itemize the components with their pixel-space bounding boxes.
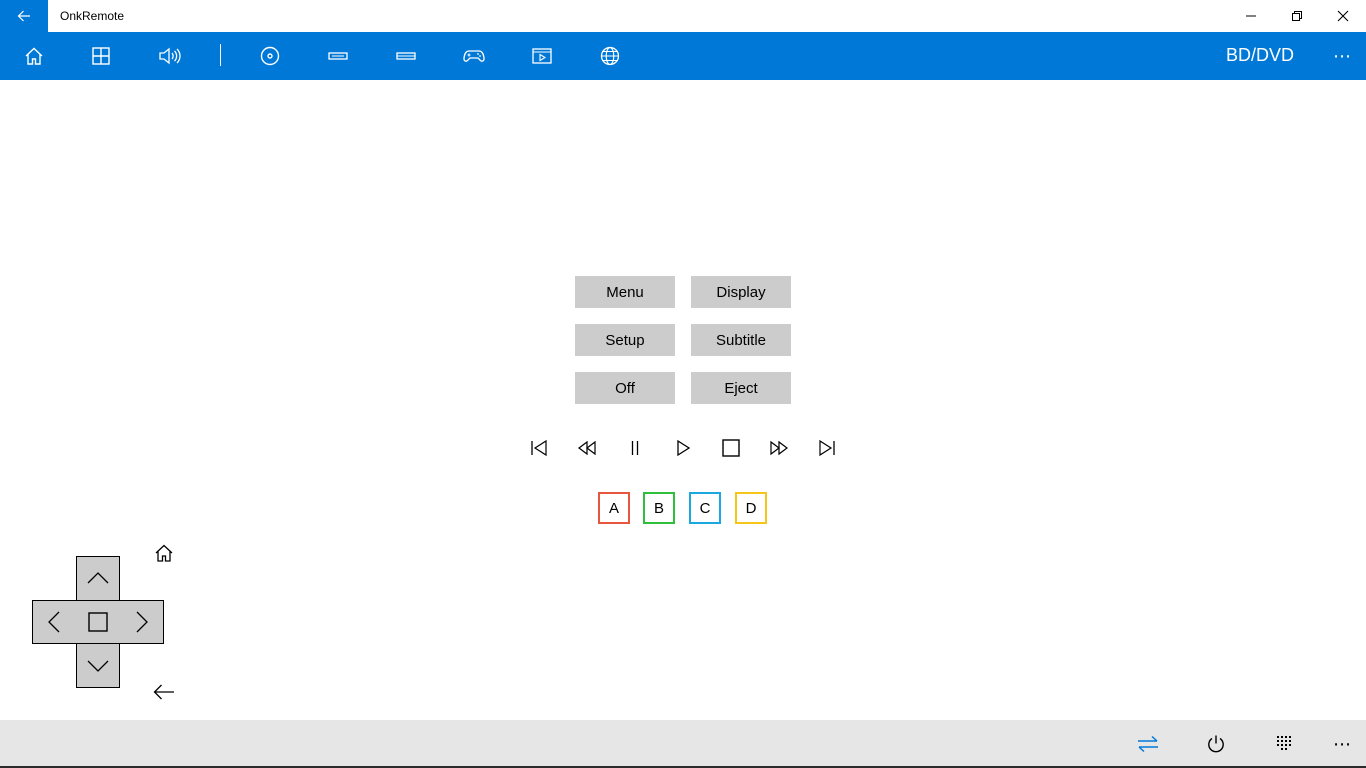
color-key-d[interactable]: D	[735, 492, 767, 524]
color-key-label: C	[699, 499, 711, 517]
nav-globe[interactable]	[586, 32, 634, 80]
stop-icon	[722, 439, 740, 457]
color-key-a[interactable]: A	[598, 492, 630, 524]
bottom-more-button[interactable]: ⋯	[1318, 720, 1366, 768]
nav-more-button[interactable]: ⋯	[1318, 32, 1366, 80]
color-key-label: D	[745, 499, 757, 517]
color-key-label: A	[608, 499, 619, 517]
home-icon	[25, 47, 43, 65]
current-source-label: BD/DVD	[1225, 45, 1294, 65]
dpad-down-button[interactable]	[76, 644, 120, 688]
chevron-right-icon	[136, 611, 148, 633]
off-button[interactable]: Off	[575, 372, 675, 404]
next-icon	[819, 439, 835, 457]
tuner-icon	[328, 52, 348, 60]
close-button[interactable]	[1320, 0, 1366, 32]
dpad-up-button[interactable]	[76, 556, 120, 600]
pause-button[interactable]	[620, 432, 650, 464]
display-button[interactable]: Display	[691, 276, 791, 308]
nav-home[interactable]	[10, 32, 58, 80]
color-key-c[interactable]: C	[689, 492, 721, 524]
fast-forward-icon	[770, 440, 788, 456]
chevron-down-icon	[87, 660, 109, 672]
back-arrow-icon	[153, 684, 174, 700]
more-icon: ⋯	[1333, 45, 1351, 66]
dpad-right-button[interactable]	[120, 600, 164, 644]
setup-button[interactable]: Setup	[575, 324, 675, 356]
app-title: OnkRemote	[60, 9, 125, 23]
stop-button[interactable]	[716, 432, 746, 464]
rewind-icon	[578, 440, 596, 456]
disc-icon	[260, 46, 280, 66]
video-icon	[532, 48, 552, 64]
color-key-label: B	[653, 499, 664, 517]
title-bar: OnkRemote	[0, 0, 1366, 32]
next-button[interactable]	[812, 432, 842, 464]
device-icon	[396, 52, 416, 60]
switch-device-button[interactable]	[1124, 720, 1172, 768]
dpad-back-button[interactable]	[142, 670, 186, 714]
subtitle-button[interactable]: Subtitle	[691, 324, 791, 356]
nav-gamepad[interactable]	[450, 32, 498, 80]
switch-icon	[1138, 735, 1158, 753]
dpad-left-button[interactable]	[32, 600, 76, 644]
bottom-app-bar: ⋯	[0, 720, 1366, 768]
chevron-up-icon	[87, 572, 109, 584]
menu-button[interactable]: Menu	[575, 276, 675, 308]
eject-button[interactable]: Eject	[691, 372, 791, 404]
nav-disc[interactable]	[246, 32, 294, 80]
gamepad-icon	[463, 50, 485, 62]
nav-separator	[220, 44, 221, 66]
nav-volume[interactable]	[146, 32, 194, 80]
chevron-left-icon	[48, 611, 60, 633]
dpad-home-button[interactable]	[142, 531, 186, 575]
nav-grid[interactable]	[77, 32, 125, 80]
more-icon: ⋯	[1333, 733, 1351, 754]
minimize-button[interactable]	[1228, 0, 1274, 32]
rewind-button[interactable]	[572, 432, 602, 464]
nav-video[interactable]	[518, 32, 566, 80]
pause-icon	[631, 441, 639, 455]
restore-icon	[1292, 11, 1302, 21]
back-arrow-icon	[17, 10, 30, 22]
play-icon	[677, 439, 691, 457]
globe-icon	[600, 46, 620, 66]
home-icon	[155, 544, 173, 562]
previous-icon	[531, 439, 547, 457]
dpad-ok-button[interactable]	[76, 600, 120, 644]
power-icon	[1208, 735, 1224, 753]
nav-device[interactable]	[382, 32, 430, 80]
volume-icon	[159, 47, 181, 65]
color-key-b[interactable]: B	[643, 492, 675, 524]
grid-icon	[92, 47, 110, 65]
play-button[interactable]	[668, 432, 698, 464]
close-icon	[1337, 10, 1349, 22]
minimize-icon	[1246, 15, 1256, 17]
back-button[interactable]	[0, 0, 48, 32]
restore-button[interactable]	[1274, 0, 1320, 32]
keypad-icon	[1277, 736, 1291, 750]
ok-square-icon	[88, 612, 108, 632]
nav-tuner[interactable]	[314, 32, 362, 80]
keypad-button[interactable]	[1260, 720, 1308, 768]
top-nav: BD/DVD ⋯	[0, 32, 1366, 80]
power-button[interactable]	[1192, 720, 1240, 768]
previous-button[interactable]	[524, 432, 554, 464]
fast-forward-button[interactable]	[764, 432, 794, 464]
